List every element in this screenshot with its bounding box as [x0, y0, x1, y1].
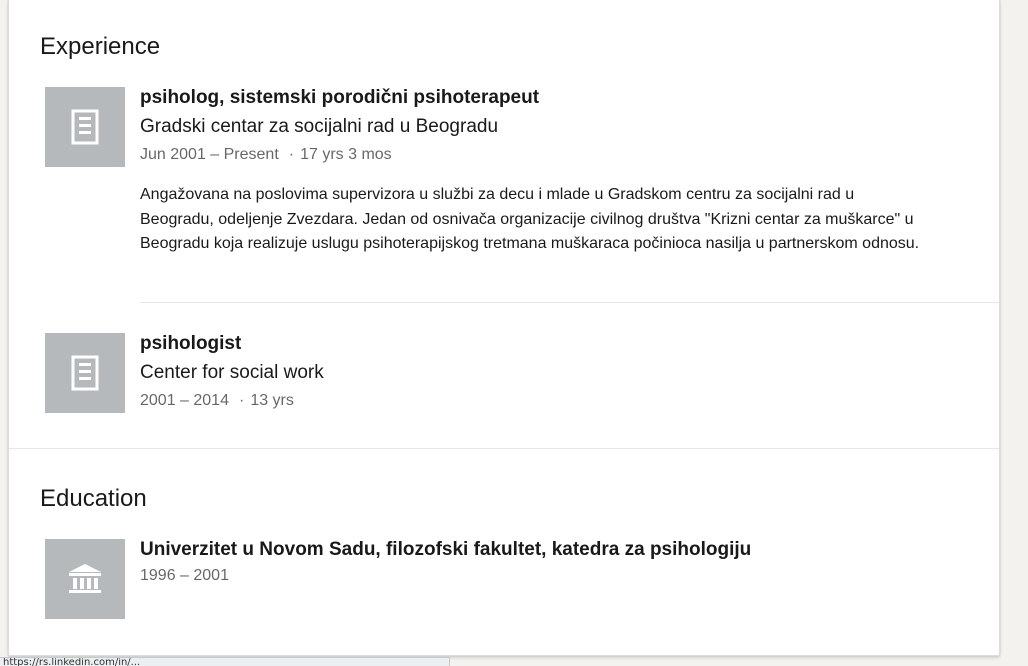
- experience-entry: psihologist Center for social work 2001 …: [140, 332, 999, 411]
- date-range: Jun 2001 – Present: [140, 146, 279, 163]
- building-icon: [71, 355, 99, 391]
- date-range: 2001 – 2014: [140, 392, 229, 409]
- experience-title: Experience: [40, 33, 161, 60]
- employment-dates: Jun 2001 – Present · 17 yrs 3 mos: [140, 146, 392, 163]
- experience-section: Experience psiholog, sistemski porodični…: [9, 0, 999, 449]
- building-icon: [71, 109, 99, 145]
- company-logo[interactable]: [45, 333, 125, 413]
- employment-dates: 2001 – 2014 · 13 yrs: [140, 392, 294, 409]
- experience-entry: psiholog, sistemski porodični psihoterap…: [140, 86, 999, 257]
- job-title[interactable]: psiholog, sistemski porodični psihoterap…: [140, 86, 999, 110]
- education-title: Education: [40, 485, 147, 512]
- job-description: Angažovana na poslovima supervizora u sl…: [140, 186, 920, 253]
- entry-divider: [140, 302, 999, 303]
- school-icon: [69, 564, 101, 593]
- company-logo[interactable]: [45, 87, 125, 167]
- duration: 13 yrs: [250, 392, 294, 409]
- school-logo[interactable]: [45, 539, 125, 619]
- company-name: Gradski centar za socijalni rad u Beogra…: [140, 116, 499, 137]
- education-section: Education Univerzitet u Novom Sadu, filo…: [9, 449, 999, 655]
- school-name[interactable]: Univerzitet u Novom Sadu, filozofski fak…: [140, 538, 999, 562]
- job-title[interactable]: psihologist: [140, 332, 999, 356]
- education-entry: Univerzitet u Novom Sadu, filozofski fak…: [140, 538, 999, 586]
- company-name: Center for social work: [140, 362, 324, 383]
- education-dates: 1996 – 2001: [140, 567, 229, 584]
- profile-card: Experience psiholog, sistemski porodični…: [8, 0, 1000, 656]
- duration: 17 yrs 3 mos: [300, 146, 392, 163]
